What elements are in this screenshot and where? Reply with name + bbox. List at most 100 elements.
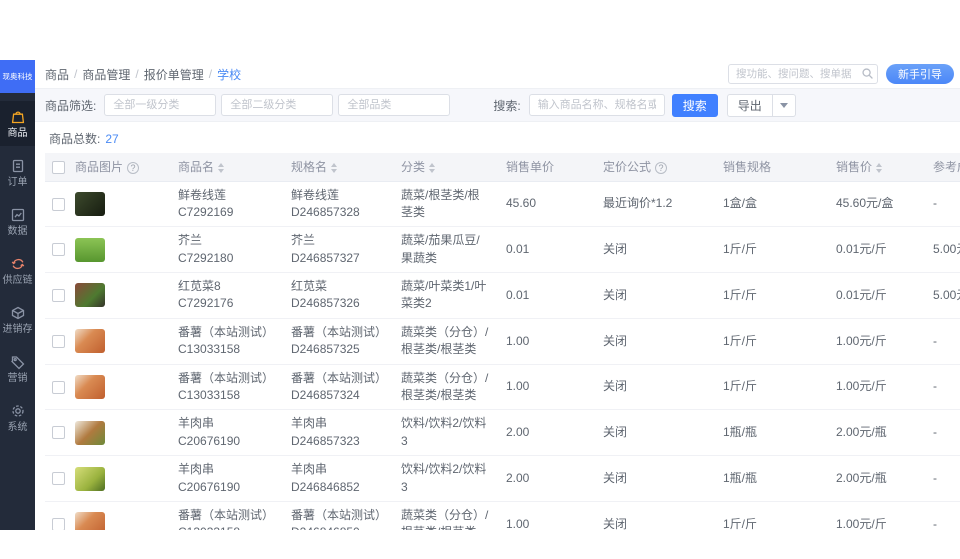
row-checkbox[interactable]	[51, 197, 65, 211]
search-icon[interactable]	[861, 67, 874, 85]
ref-cost-cell: -	[925, 181, 960, 228]
row-checkbox[interactable]	[51, 289, 65, 303]
sidebar-item-label: 营销	[7, 373, 28, 384]
spec-name: 鲜卷线莲	[291, 187, 340, 202]
sale-price-cell: 1.00元/斤	[828, 318, 925, 365]
select-all-checkbox[interactable]	[51, 160, 65, 174]
spec-code: D246857324	[291, 388, 360, 403]
filter-label: 商品筛选:	[45, 98, 97, 113]
spec-name: 番薯（本站测试）	[291, 324, 388, 339]
spec-name: 羊肉串	[291, 462, 328, 477]
sidebar-item-supply-chain[interactable]: 供应链	[0, 248, 35, 293]
breadcrumb-quotation-management[interactable]: 报价单管理	[144, 66, 204, 83]
breadcrumb-goods-management[interactable]: 商品管理	[82, 66, 130, 83]
breadcrumb-current-school[interactable]: 学校	[217, 66, 241, 83]
formula-cell: 关闭	[595, 364, 715, 411]
formula-cell: 关闭	[595, 272, 715, 319]
row-checkbox[interactable]	[51, 380, 65, 394]
select-placeholder: 全部一级分类	[113, 99, 180, 111]
help-search-input[interactable]	[728, 64, 878, 84]
unit-price-cell: 45.60	[498, 181, 595, 228]
sale-spec-cell: 1瓶/瓶	[715, 455, 828, 502]
product-name: 羊肉串	[178, 462, 215, 477]
category-cell: 饮料/饮料2/饮料3	[393, 409, 498, 457]
sidebar-item-inventory[interactable]: 进销存	[0, 297, 35, 342]
unit-price-cell: 2.00	[498, 455, 595, 502]
sale-spec-cell: 1斤/斤	[715, 226, 828, 274]
sidebar-item-label: 进销存	[2, 324, 33, 335]
spec-name: 芥兰	[291, 233, 316, 248]
sidebar-item-system[interactable]: 系统	[0, 395, 35, 440]
help-search	[728, 64, 878, 84]
col-name-label: 商品名	[178, 160, 215, 175]
row-checkbox[interactable]	[51, 334, 65, 348]
col-unit-price: 销售单价	[498, 153, 595, 182]
sale-spec-cell: 1瓶/瓶	[715, 409, 828, 457]
category-cell: 蔬菜类（分仓）/根茎类/根茎类	[393, 318, 498, 365]
product-name: 芥兰	[178, 233, 203, 248]
content-area: 商品总数: 27 商品图片 商品名 规格名	[35, 122, 960, 530]
unit-price-cell: 0.01	[498, 272, 595, 319]
product-name: 番薯（本站测试）	[178, 370, 275, 385]
ref-cost-cell: -	[925, 455, 960, 502]
unit-price-cell: 1.00	[498, 318, 595, 365]
row-checkbox[interactable]	[51, 472, 65, 486]
col-name[interactable]: 商品名	[170, 153, 283, 182]
col-category-label: 分类	[401, 160, 426, 175]
spec-name: 红苋菜	[291, 279, 328, 294]
product-code: C20676190	[178, 433, 241, 448]
export-button[interactable]: 导出	[726, 93, 773, 117]
table-row: 鲜卷线莲 C7292169 鲜卷线莲 D246857328 蔬菜/根茎类/根茎类 4…	[45, 181, 960, 228]
row-checkbox[interactable]	[51, 517, 65, 530]
col-category[interactable]: 分类	[393, 153, 498, 182]
sale-price-cell: 1.00元/斤	[828, 501, 925, 530]
search-button[interactable]: 搜索	[671, 93, 718, 117]
col-sale-spec: 销售规格	[715, 153, 828, 182]
sidebar-item-label: 数据	[7, 226, 28, 237]
sidebar-item-marketing[interactable]: 营销	[0, 346, 35, 391]
formula-cell: 最近询价*1.2	[595, 181, 715, 228]
product-total: 商品总数: 27	[45, 124, 960, 153]
sidebar-item-goods[interactable]: 商品	[0, 101, 35, 146]
breadcrumb-separator	[74, 67, 77, 81]
table-row: 芥兰 C7292180 芥兰 D246857327 蔬菜/茄果瓜豆/果蔬类 0.01…	[45, 226, 960, 274]
col-spec[interactable]: 规格名	[283, 153, 393, 182]
sidebar-item-data[interactable]: 数据	[0, 199, 35, 244]
product-search-input[interactable]	[528, 94, 665, 116]
col-sale-price[interactable]: 销售价	[828, 153, 925, 182]
category-type-select[interactable]: 全部品类	[338, 94, 451, 116]
col-image-label: 商品图片	[75, 160, 124, 175]
sale-price-cell: 2.00元/瓶	[828, 409, 925, 457]
breadcrumb-goods[interactable]: 商品	[45, 66, 69, 83]
col-ref-cost-label: 参考成本	[933, 160, 960, 175]
sale-spec-cell: 1斤/斤	[715, 272, 828, 319]
sale-price-cell: 1.00元/斤	[828, 364, 925, 411]
ref-cost-cell: 5.00元	[925, 226, 960, 274]
breadcrumb: 商品 商品管理 报价单管理 学校	[45, 66, 241, 83]
sidebar-item-label: 商品	[7, 128, 28, 139]
unit-price-cell: 2.00	[498, 409, 595, 457]
export-dropdown-button[interactable]	[772, 93, 796, 117]
row-checkbox[interactable]	[51, 243, 65, 257]
spec-name: 番薯（本站测试）	[291, 370, 388, 385]
product-name: 番薯（本站测试）	[178, 324, 275, 339]
spec-code: D246857327	[291, 250, 360, 265]
category-level2-select[interactable]: 全部二级分类	[221, 94, 334, 116]
search-label: 搜索:	[493, 98, 521, 113]
unit-price-cell: 1.00	[498, 501, 595, 530]
product-code: C7292180	[178, 250, 234, 265]
category-cell: 蔬菜/根茎类/根茎类	[393, 181, 498, 228]
category-cell: 蔬菜类（分仓）/根茎类/根茎类	[393, 364, 498, 411]
spec-code: D246857323	[291, 433, 360, 448]
sale-price-cell: 45.60元/盒	[828, 181, 925, 228]
table-row: 羊肉串 C20676190 羊肉串 D246846852 饮料/饮料2/饮料3 2.…	[45, 455, 960, 502]
col-sale-price-label: 销售价	[836, 160, 873, 175]
category-level1-select[interactable]: 全部一级分类	[104, 94, 217, 116]
guide-button[interactable]: 新手引导	[886, 64, 954, 84]
app-window: 现奥科技 商品 订单 数据 供应链 进销存 营销 系统 商品 / 商品管理 / …	[0, 60, 960, 530]
spec-name: 羊肉串	[291, 416, 328, 431]
row-checkbox[interactable]	[51, 426, 65, 440]
sidebar-item-orders[interactable]: 订单	[0, 150, 35, 195]
sort-icon	[218, 163, 225, 174]
table-row: 番薯（本站测试） C13033158 番薯（本站测试） D246857324 蔬菜类…	[45, 364, 960, 411]
